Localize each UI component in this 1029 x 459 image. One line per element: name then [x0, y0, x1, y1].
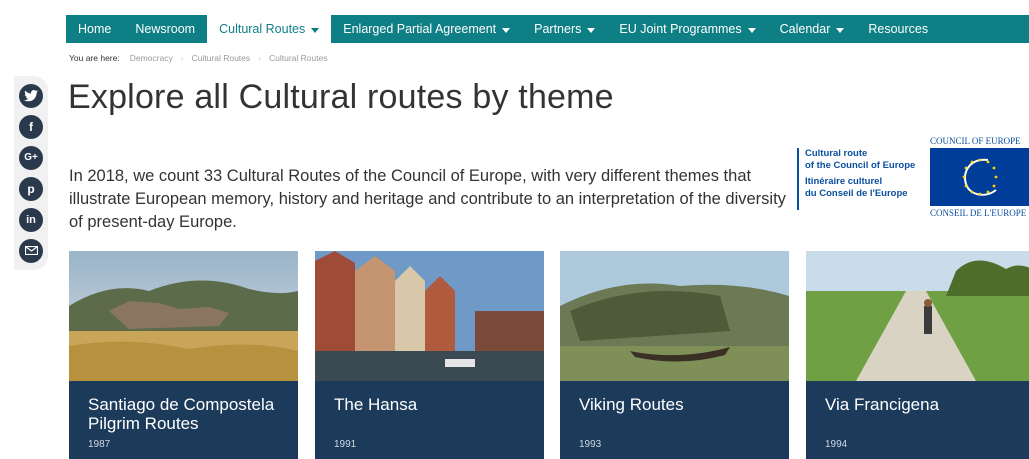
- nav-item-calendar[interactable]: Calendar: [768, 15, 857, 43]
- linkedin-icon[interactable]: in: [19, 207, 43, 232]
- main-nav: Home Newsroom Cultural Routes Enlarged P…: [66, 15, 1029, 43]
- nav-item-cultural-routes[interactable]: Cultural Routes: [207, 15, 332, 43]
- nav-item-resources[interactable]: Resources: [856, 15, 940, 43]
- nav-label: Newsroom: [135, 22, 196, 36]
- nav-label: Calendar: [779, 22, 831, 36]
- nav-label: Partners: [534, 22, 582, 36]
- breadcrumb-current: Cultural Routes: [269, 53, 328, 63]
- logo-text-en2: of the Council of Europe: [805, 160, 916, 171]
- route-image-via-francigena: [806, 251, 1029, 381]
- pinterest-icon[interactable]: p: [19, 176, 43, 201]
- chevron-down-icon: [836, 27, 845, 33]
- nav-item-partners[interactable]: Partners: [522, 15, 607, 43]
- route-card-title: The Hansa: [334, 395, 418, 414]
- nav-item-eu-joint-programmes[interactable]: EU Joint Programmes: [607, 15, 767, 43]
- email-icon[interactable]: [19, 238, 43, 263]
- logo-text-fr2: du Conseil de l'Europe: [805, 188, 908, 199]
- logo-text-fr1: Itinéraire culturel: [805, 176, 883, 187]
- breadcrumb-separator: ›: [258, 53, 261, 63]
- nav-item-home[interactable]: Home: [66, 15, 123, 43]
- route-card-title: Santiago de Compostela Pilgrim Routes: [88, 395, 275, 433]
- nav-label: Home: [78, 22, 112, 36]
- google-plus-icon[interactable]: G+: [19, 145, 43, 170]
- nav-label: Enlarged Partial Agreement: [343, 22, 497, 36]
- route-card-hansa[interactable]: The Hansa 1991: [315, 251, 544, 459]
- breadcrumb-link-cultural-routes[interactable]: Cultural Routes: [192, 53, 251, 63]
- nav-label: Resources: [868, 22, 929, 36]
- nav-item-enlarged-partial-agreement[interactable]: Enlarged Partial Agreement: [331, 15, 522, 43]
- twitter-icon[interactable]: [19, 83, 43, 108]
- nav-item-newsroom[interactable]: Newsroom: [123, 15, 207, 43]
- logo-text-en1: Cultural route: [805, 148, 868, 159]
- route-card-via-francigena[interactable]: Via Francigena 1994: [806, 251, 1029, 459]
- route-card-year: 1987: [88, 439, 111, 450]
- coe-logo-bottom-text: CONSEIL DE L'EUROPE: [930, 208, 1027, 218]
- route-card-title: Via Francigena: [825, 395, 940, 414]
- route-card-santiago[interactable]: Santiago de Compostela Pilgrim Routes 19…: [69, 251, 298, 459]
- route-card-year: 1991: [334, 439, 357, 450]
- route-image-santiago: [69, 251, 298, 381]
- coe-flag-icon: [930, 148, 1029, 206]
- chevron-down-icon: [587, 27, 596, 33]
- social-share-bar: f G+ p in: [14, 76, 48, 270]
- breadcrumb: You are here: Democracy › Cultural Route…: [69, 53, 328, 63]
- council-of-europe-logo: COUNCIL OF EUROPE CONSEIL DE L'EUROPE: [930, 136, 1029, 220]
- route-card-year: 1994: [825, 439, 848, 450]
- nav-label: Cultural Routes: [219, 22, 306, 36]
- coe-logo-top-text: COUNCIL OF EUROPE: [930, 136, 1021, 146]
- route-image-viking: [560, 251, 789, 381]
- facebook-icon[interactable]: f: [19, 114, 43, 139]
- route-card-viking[interactable]: Viking Routes 1993: [560, 251, 789, 459]
- chevron-down-icon: [502, 27, 511, 33]
- nav-label: EU Joint Programmes: [619, 22, 742, 36]
- cultural-route-logo: Cultural route of the Council of Europe …: [797, 148, 927, 210]
- route-card-title: Viking Routes: [579, 395, 684, 414]
- route-image-hansa: [315, 251, 544, 381]
- page-title: Explore all Cultural routes by theme: [68, 78, 614, 116]
- breadcrumb-lead: You are here:: [69, 53, 120, 63]
- breadcrumb-link-democracy[interactable]: Democracy: [130, 53, 173, 63]
- chevron-down-icon: [311, 27, 320, 33]
- intro-paragraph: In 2018, we count 33 Cultural Routes of …: [69, 167, 786, 231]
- breadcrumb-separator: ›: [180, 53, 184, 63]
- chevron-down-icon: [747, 27, 756, 33]
- route-card-year: 1993: [579, 439, 602, 450]
